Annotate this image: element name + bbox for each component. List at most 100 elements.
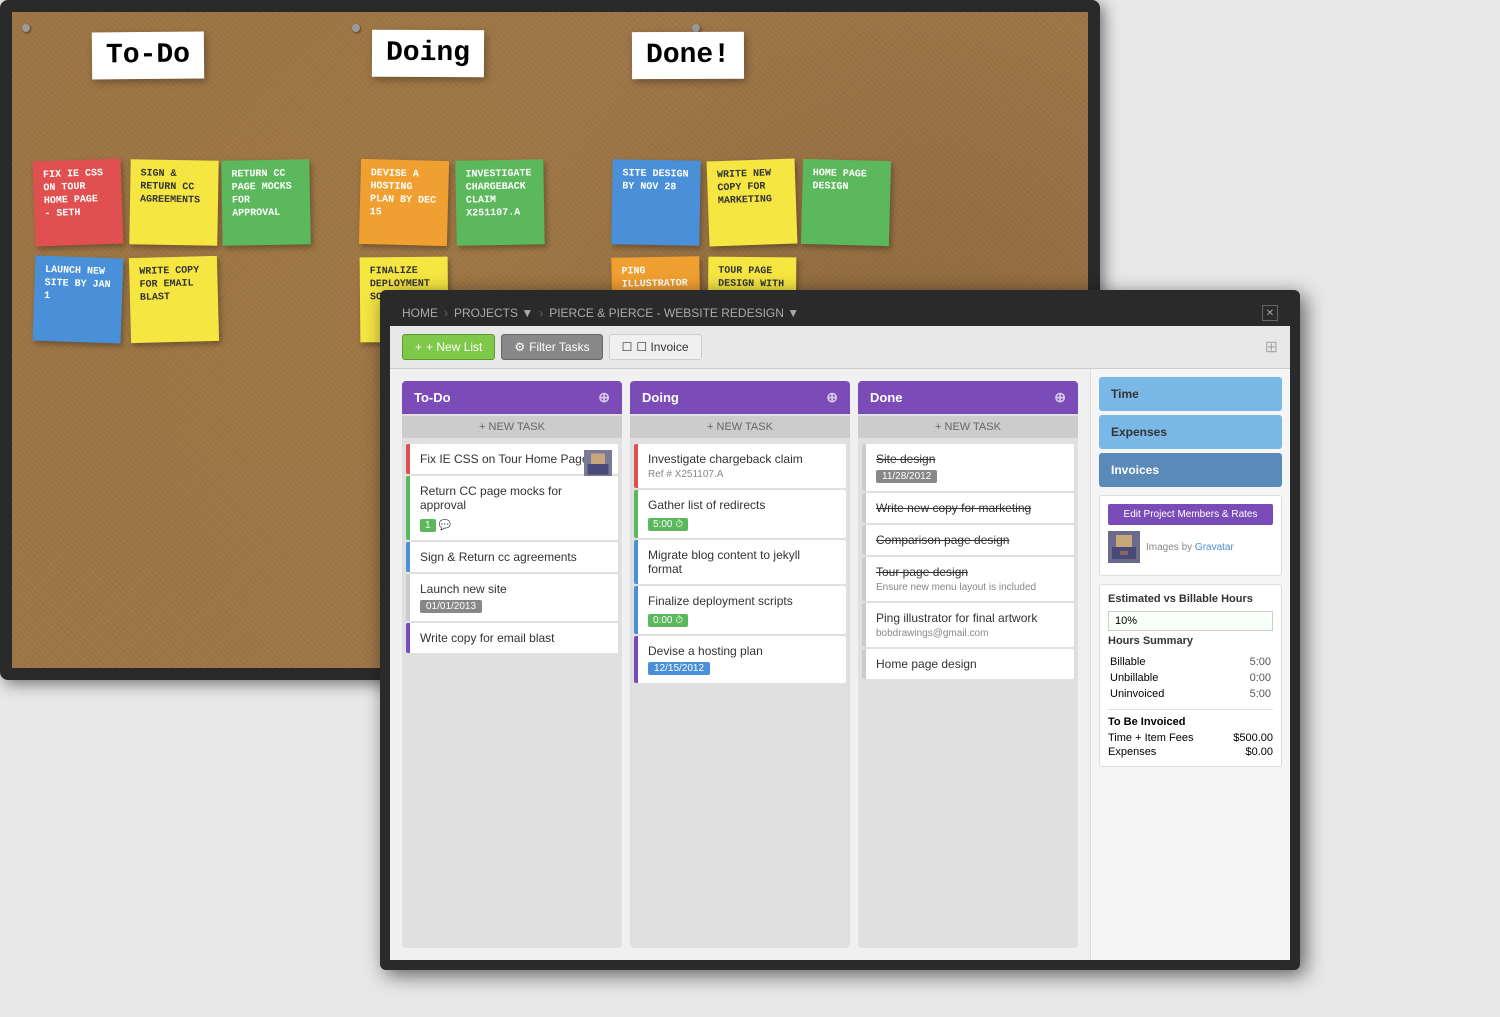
kanban-column-todo: To-Do ⊕ + NEW TASK Fix IE CSS on Tour Ho… xyxy=(402,381,622,948)
sticky-note: SITE DESIGN BY NOV 28 xyxy=(611,159,700,246)
gravatar-row: Images by Gravatar xyxy=(1108,531,1273,563)
edit-members-button[interactable]: Edit Project Members & Rates xyxy=(1108,504,1273,525)
hours-label: Unbillable xyxy=(1110,671,1224,685)
hours-value: 0:00 xyxy=(1226,671,1271,685)
project-members-section: Edit Project Members & Rates Images by G… xyxy=(1099,495,1282,576)
task-badge: 1 💬 xyxy=(420,519,451,532)
new-task-button[interactable]: + NEW TASK xyxy=(630,416,850,438)
task-card[interactable]: Comparison page design xyxy=(862,525,1074,555)
task-card[interactable]: Investigate chargeback claim Ref # X2511… xyxy=(634,444,846,488)
kanban-board: To-Do ⊕ + NEW TASK Fix IE CSS on Tour Ho… xyxy=(390,369,1090,960)
pushpin xyxy=(22,24,30,32)
gravatar-link[interactable]: Gravatar xyxy=(1195,542,1234,553)
estimated-input[interactable] xyxy=(1108,611,1273,631)
time-button[interactable]: Time xyxy=(1099,377,1282,411)
hours-section: Estimated vs Billable Hours Hours Summar… xyxy=(1099,584,1282,767)
invoice-row: Time + Item Fees $500.00 xyxy=(1108,732,1273,744)
sticky-note: HOME PAGE DESIGN xyxy=(801,159,891,246)
hours-value: 5:00 xyxy=(1226,687,1271,701)
task-card[interactable]: Write new copy for marketing xyxy=(862,493,1074,523)
task-card[interactable]: Sign & Return cc agreements xyxy=(406,542,618,572)
divider xyxy=(1108,709,1273,710)
pushpin xyxy=(692,24,700,32)
column-menu-icon[interactable]: ⊕ xyxy=(598,389,610,406)
task-date: 11/28/2012 xyxy=(876,470,937,483)
column-header-doing: Doing ⊕ xyxy=(630,381,850,414)
grid-view-icon[interactable]: ⊞ xyxy=(1265,337,1278,357)
plus-icon: + xyxy=(415,340,422,354)
invoice-label: Time + Item Fees xyxy=(1108,732,1193,744)
table-row: Uninvoiced 5:00 xyxy=(1110,687,1271,701)
invoice-label: Expenses xyxy=(1108,746,1156,758)
task-card[interactable]: Migrate blog content to jekyll format xyxy=(634,540,846,584)
new-list-button[interactable]: + + New List xyxy=(402,334,495,360)
task-card[interactable]: Ping illustrator for final artwork bobdr… xyxy=(862,603,1074,647)
to-be-invoiced-title: To Be Invoiced xyxy=(1108,716,1273,728)
board-header-todo: To-Do xyxy=(92,32,204,80)
timer-badge: 0:00 ⏱ xyxy=(648,614,688,627)
breadcrumb-home[interactable]: HOME xyxy=(402,306,438,320)
invoice-value: $500.00 xyxy=(1233,732,1273,744)
sticky-note: WRITE NEW COPY FOR MARKETING xyxy=(707,158,798,246)
filter-tasks-button[interactable]: ⚙ Filter Tasks xyxy=(501,334,602,360)
done-cards: + NEW TASK Site design 11/28/2012 Write … xyxy=(858,414,1078,948)
app-content: To-Do ⊕ + NEW TASK Fix IE CSS on Tour Ho… xyxy=(390,369,1290,960)
hours-value: 5:00 xyxy=(1226,655,1271,669)
app-toolbar: + + New List ⚙ Filter Tasks ☐ ☐ Invoice … xyxy=(390,326,1290,369)
board-header-done: Done! xyxy=(632,32,744,79)
invoice-button[interactable]: ☐ ☐ Invoice xyxy=(609,334,702,360)
right-sidebar: Time Expenses Invoices Edit Project Memb… xyxy=(1090,369,1290,960)
to-be-invoiced-section: To Be Invoiced Time + Item Fees $500.00 … xyxy=(1108,716,1273,758)
column-header-todo: To-Do ⊕ xyxy=(402,381,622,414)
hours-label: Uninvoiced xyxy=(1110,687,1224,701)
app-titlebar: HOME › PROJECTS ▼ › PIERCE & PIERCE - WE… xyxy=(390,300,1290,326)
task-card[interactable]: Launch new site 01/01/2013 xyxy=(406,574,618,621)
task-card[interactable]: Return CC page mocks for approval 1 💬 xyxy=(406,476,618,540)
task-date: 12/15/2012 xyxy=(648,662,710,675)
table-row: Billable 5:00 xyxy=(1110,655,1271,669)
task-date: 01/01/2013 xyxy=(420,600,482,613)
todo-cards: + NEW TASK Fix IE CSS on Tour Home Page … xyxy=(402,414,622,948)
badge-count: 1 xyxy=(420,519,436,532)
column-menu-icon[interactable]: ⊕ xyxy=(826,389,838,406)
board-header-doing: Doing xyxy=(372,30,484,78)
table-row: Unbillable 0:00 xyxy=(1110,671,1271,685)
invoices-button[interactable]: Invoices xyxy=(1099,453,1282,487)
new-task-button[interactable]: + NEW TASK xyxy=(402,416,622,438)
task-card[interactable]: Devise a hosting plan 12/15/2012 xyxy=(634,636,846,683)
hours-table: Billable 5:00 Unbillable 0:00 Uninvoiced… xyxy=(1108,653,1273,703)
sticky-note: FIX IE CSS ON TOUR HOME PAGE- SETH xyxy=(33,158,124,246)
task-card[interactable]: Home page design xyxy=(862,649,1074,679)
hours-summary-title: Hours Summary xyxy=(1108,635,1273,647)
avatar xyxy=(584,450,612,478)
breadcrumb-projects[interactable]: PROJECTS ▼ xyxy=(454,306,533,320)
task-card[interactable]: Site design 11/28/2012 xyxy=(862,444,1074,491)
task-card[interactable]: Tour page design Ensure new menu layout … xyxy=(862,557,1074,601)
task-card[interactable]: Finalize deployment scripts 0:00 ⏱ xyxy=(634,586,846,634)
timer-badge: 5:00 ⏱ xyxy=(648,518,688,531)
invoice-value: $0.00 xyxy=(1245,746,1273,758)
column-header-done: Done ⊕ xyxy=(858,381,1078,414)
task-card[interactable]: Write copy for email blast xyxy=(406,623,618,653)
sticky-note: DEVISE A HOSTING PLAN BY DEC 15 xyxy=(359,159,449,246)
separator: › xyxy=(444,306,448,320)
task-card[interactable]: Fix IE CSS on Tour Home Page xyxy=(406,444,618,474)
column-menu-icon[interactable]: ⊕ xyxy=(1054,389,1066,406)
sticky-note: LAUNCH NEW SITE BY JAN 1 xyxy=(33,255,124,343)
invoice-icon: ☐ xyxy=(622,340,633,354)
new-task-button[interactable]: + NEW TASK xyxy=(858,416,1078,438)
close-icon[interactable]: ✕ xyxy=(1262,305,1278,321)
gravatar-attribution: Images by Gravatar xyxy=(1146,542,1234,553)
kanban-column-doing: Doing ⊕ + NEW TASK Investigate chargebac… xyxy=(630,381,850,948)
separator: › xyxy=(539,306,543,320)
avatar xyxy=(1108,531,1140,563)
sticky-note: RETURN CC PAGE MOCKS FOR APPROVAL xyxy=(221,159,310,246)
task-card[interactable]: Gather list of redirects 5:00 ⏱ xyxy=(634,490,846,538)
doing-cards: + NEW TASK Investigate chargeback claim … xyxy=(630,414,850,948)
expenses-button[interactable]: Expenses xyxy=(1099,415,1282,449)
sticky-note: INVESTIGATE CHARGEBACK CLAIM X251107.A xyxy=(455,159,544,246)
filter-icon: ⚙ xyxy=(514,340,525,354)
breadcrumb-project[interactable]: PIERCE & PIERCE - WEBSITE REDESIGN ▼ xyxy=(549,306,799,320)
task-subtext: Ref # X251107.A xyxy=(648,469,836,480)
invoice-row: Expenses $0.00 xyxy=(1108,746,1273,758)
